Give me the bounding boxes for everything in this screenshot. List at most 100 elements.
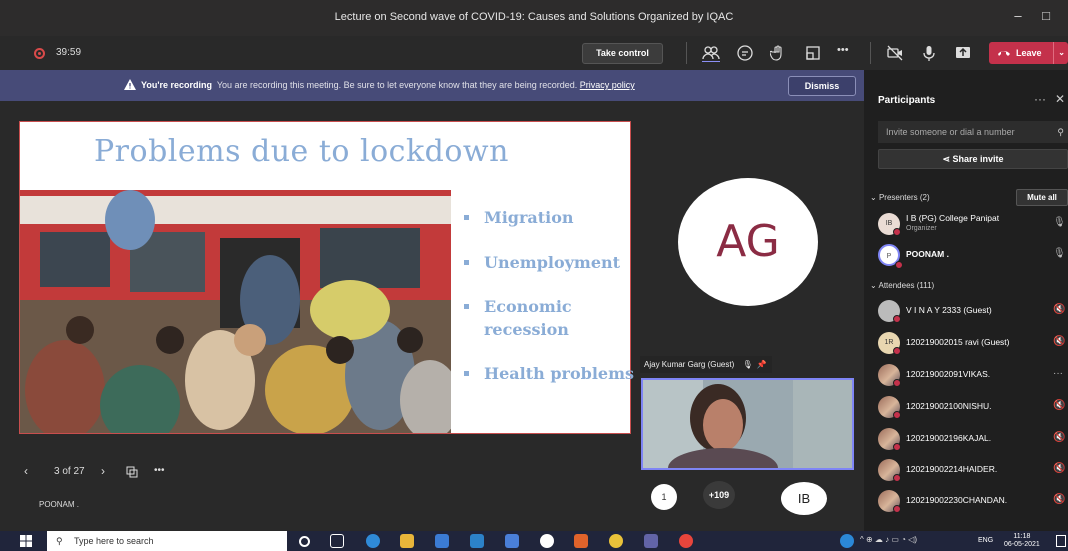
leave-label: Leave (1016, 48, 1042, 58)
office-icon[interactable] (574, 534, 588, 548)
share-screen-icon[interactable] (954, 44, 972, 62)
search-icon: ⚲ (56, 536, 63, 546)
chevron-right-icon[interactable]: › (101, 464, 105, 478)
participants-icon[interactable] (702, 44, 720, 62)
participant-row[interactable]: IB I B (PG) College Panipat Organizer 🎙 (878, 213, 1068, 236)
participant-role: Organizer (906, 225, 937, 232)
chevron-down-icon[interactable]: ⌄ (1058, 42, 1065, 64)
taskbar-clock[interactable]: 11:18 06-05-2021 (1004, 533, 1040, 549)
panel-more-button[interactable]: ··· (1034, 92, 1046, 106)
leave-button[interactable]: Leave ⌄ (989, 42, 1068, 64)
minimize-button[interactable]: – (1008, 8, 1028, 23)
mic-icon: 🎙 (1053, 217, 1066, 228)
attendees-header[interactable]: ⌄ Attendees (111) (870, 281, 934, 290)
camera-off-icon[interactable] (886, 44, 904, 62)
invite-input[interactable]: Invite someone or dial a number ⚲ (878, 121, 1068, 143)
presenters-header[interactable]: ⌄ Presenters (2) (870, 193, 930, 202)
presence-dot (893, 379, 901, 387)
avatar (878, 490, 901, 513)
language-indicator[interactable]: ENG (978, 537, 993, 544)
presence-dot (893, 474, 901, 482)
browser-icon[interactable] (679, 534, 693, 548)
participant-row[interactable]: 120219002196KAJAL. 🔇 (878, 428, 1068, 451)
share-invite-button[interactable]: ⋖ Share invite (878, 149, 1068, 169)
avatar (878, 396, 901, 419)
avatar-ag: AG (678, 178, 818, 306)
participant-name: 120219002230CHANDAN. (906, 495, 1008, 505)
taskbar-search-input[interactable]: ⚲ Type here to search (47, 531, 287, 551)
mail-icon[interactable] (470, 534, 484, 548)
close-icon[interactable]: ✕ (1055, 92, 1065, 106)
participant-video[interactable] (641, 378, 854, 470)
participant-video-frame (643, 380, 852, 468)
toolbar-divider (686, 42, 687, 64)
leave-split-divider (1053, 42, 1054, 64)
app-icon[interactable] (540, 534, 554, 548)
more-actions-button[interactable]: ••• (837, 44, 849, 56)
participant-row[interactable]: V I N A Y 2333 (Guest) 🔇 (878, 300, 1068, 323)
presence-dot (893, 315, 901, 323)
edge-icon[interactable] (366, 534, 380, 548)
bullet-recession: recession (484, 320, 569, 339)
presenter-name: POONAM . (39, 500, 80, 509)
presence-dot (893, 411, 901, 419)
presence-dot (893, 443, 901, 451)
attendees-header-label: Attendees (111) (878, 281, 935, 290)
privacy-policy-link[interactable]: Privacy policy (580, 80, 635, 90)
participants-title: Participants (878, 95, 936, 106)
slides-grid-icon[interactable] (126, 466, 138, 478)
participant-name: 120219002015 ravi (Guest) (906, 337, 1010, 347)
file-explorer-icon[interactable] (400, 534, 414, 548)
participant-row[interactable]: 120219002230CHANDAN. 🔇 (878, 490, 1068, 513)
participant-row[interactable]: 120219002214HAIDER. 🔇 (878, 459, 1068, 482)
crowd-bus-photo (20, 190, 451, 433)
chevron-left-icon[interactable]: ‹ (24, 464, 28, 478)
dropbox-icon[interactable] (505, 534, 519, 548)
maximize-button[interactable]: □ (1036, 8, 1056, 23)
mic-muted-icon: 🔇 (1053, 463, 1066, 474)
participant-more-button[interactable]: ··· (1053, 368, 1063, 379)
slide-more-button[interactable]: ••• (154, 465, 165, 476)
window-title: Lecture on Second wave of COVID-19: Caus… (334, 11, 734, 23)
presence-dot (893, 505, 901, 513)
microphone-icon[interactable] (920, 44, 938, 62)
bullet-unemployment: Unemployment (462, 251, 634, 274)
participant-name: 120219002196KAJAL. (906, 433, 992, 443)
teams-icon[interactable] (644, 534, 658, 548)
participant-name: 120219002214HAIDER. (906, 464, 998, 474)
meeting-toolbar: 39:59 Take control ••• Leave ⌄ (0, 36, 1068, 70)
recording-banner: You're recording You are recording this … (0, 70, 864, 101)
chrome-icon[interactable] (609, 534, 623, 548)
presence-dot (893, 228, 901, 236)
participant-name: I B (PG) College Panipat (906, 213, 1000, 223)
search-icon[interactable]: ⚲ (1057, 121, 1064, 143)
task-view-icon[interactable] (330, 534, 344, 548)
notifications-icon[interactable] (1056, 535, 1066, 547)
participant-row[interactable]: P POONAM . 🎙 (878, 244, 1068, 269)
reactions-icon[interactable] (770, 44, 788, 62)
rooms-icon[interactable] (804, 44, 822, 62)
shared-slide: Problems due to lockdown Migration Unemp… (19, 121, 634, 434)
system-tray-icons[interactable]: ^ ⊕ ☁ ♪ ▭ ◔ ◁) (860, 535, 917, 544)
mute-all-button[interactable]: Mute all (1016, 189, 1068, 206)
chat-icon[interactable] (736, 44, 754, 62)
pin-icon[interactable]: 📌 (757, 360, 767, 369)
raised-count-badge[interactable]: 1 (651, 484, 677, 510)
participant-row[interactable]: 120219002091VIKAS. ··· (878, 364, 1068, 387)
clock-date: 06-05-2021 (1004, 541, 1040, 548)
store-icon[interactable] (435, 534, 449, 548)
windows-start-icon[interactable] (20, 535, 32, 547)
slide-title: Problems due to lockdown (94, 134, 509, 169)
participant-row[interactable]: 120219002100NISHU. 🔇 (878, 396, 1068, 419)
presenters-header-label: Presenters (2) (878, 193, 930, 202)
more-participants-badge[interactable]: +109 (703, 481, 735, 509)
avatar: P (878, 244, 903, 269)
dismiss-button[interactable]: Dismiss (788, 76, 856, 96)
help-icon[interactable] (840, 534, 854, 548)
participant-row[interactable]: 1R 120219002015 ravi (Guest) 🔇 (878, 332, 1068, 355)
take-control-button[interactable]: Take control (582, 43, 663, 64)
bullet-migration: Migration (462, 206, 634, 229)
avatar (878, 300, 901, 323)
cortana-icon[interactable] (299, 536, 310, 547)
mic-muted-icon: 🎙 (742, 360, 753, 369)
